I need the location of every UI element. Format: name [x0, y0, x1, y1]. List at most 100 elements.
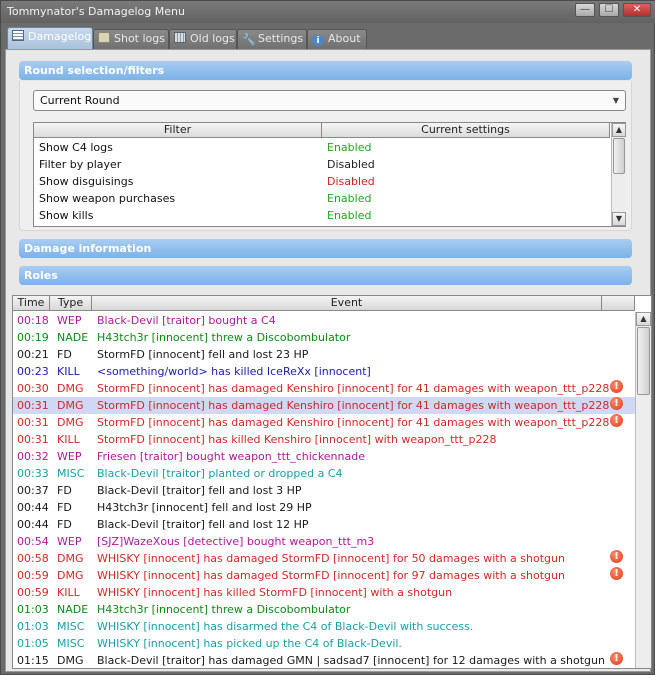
log-event: StormFD [innocent] has killed Kenshiro […: [97, 433, 497, 446]
log-type: DMG: [57, 569, 84, 582]
log-time: 00:31: [17, 416, 49, 429]
log-row[interactable]: 00:21 FD StormFD [innocent] fell and lost …: [13, 346, 635, 363]
log-type: MISC: [57, 467, 85, 480]
log-row[interactable]: 00:59 KILL WHISKY [innocent] has killed St…: [13, 584, 635, 601]
minimize-button[interactable]: —: [575, 3, 595, 17]
tab-shot-logs[interactable]: Shot logs: [93, 29, 169, 49]
log-scrollbar[interactable]: ▲: [635, 312, 651, 668]
tab-label: Settings: [258, 32, 304, 45]
log-event: StormFD [innocent] has damaged Kenshiro …: [97, 399, 610, 412]
log-event: H43tch3r [innocent] threw a Discobombula…: [97, 331, 351, 344]
scroll-up-icon[interactable]: ▲: [612, 123, 626, 137]
round-filters-header[interactable]: Round selection/filters: [19, 61, 632, 80]
log-type: WEP: [57, 314, 82, 327]
table-icon: [12, 30, 24, 41]
log-row[interactable]: 00:59 DMG WHISKY [innocent] has damaged St…: [13, 567, 635, 584]
column-header-current-settings[interactable]: Current settings: [322, 123, 610, 138]
log-event: StormFD [innocent] fell and lost 23 HP: [97, 348, 309, 361]
log-time: 00:44: [17, 518, 49, 531]
log-row[interactable]: 00:58 DMG WHISKY [innocent] has damaged St…: [13, 550, 635, 567]
log-event: Black-Devil [traitor] bought a C4: [97, 314, 276, 327]
filter-setting: Enabled: [327, 141, 372, 154]
column-header-event[interactable]: Event: [92, 296, 602, 311]
log-event: Black-Devil [traitor] has damaged GMN | …: [97, 654, 605, 667]
warning-icon[interactable]: !: [610, 567, 623, 580]
log-time: 01:03: [17, 620, 49, 633]
round-select-value: Current Round: [40, 94, 120, 107]
tab-bar: Damagelog Shot logs Old logs 🔧 Settings i…: [5, 27, 645, 50]
log-row[interactable]: 01:15 DMG Black-Devil [traitor] has damage…: [13, 652, 635, 668]
log-row[interactable]: 01:03 MISC WHISKY [innocent] has disarmed …: [13, 618, 635, 635]
log-row[interactable]: 00:32 WEP Friesen [traitor] bought weapon_…: [13, 448, 635, 465]
scroll-up-icon[interactable]: ▲: [636, 312, 651, 326]
log-type: NADE: [57, 331, 89, 344]
log-time: 00:19: [17, 331, 49, 344]
log-row[interactable]: 01:03 NADE H43tch3r [innocent] threw a Dis…: [13, 601, 635, 618]
maximize-button[interactable]: ☐: [599, 3, 619, 17]
filter-row[interactable]: Show disguisings Disabled: [34, 173, 610, 190]
log-row[interactable]: 00:37 FD Black-Devil [traitor] fell and lo…: [13, 482, 635, 499]
roles-header[interactable]: Roles: [19, 266, 632, 285]
log-time: 00:59: [17, 569, 49, 582]
log-time: 00:37: [17, 484, 49, 497]
log-type: DMG: [57, 382, 84, 395]
warning-icon[interactable]: !: [610, 550, 623, 563]
filter-name: Show disguisings: [39, 175, 134, 188]
log-row[interactable]: 00:31 DMG StormFD [innocent] has damaged K…: [13, 414, 635, 431]
filter-setting: Disabled: [327, 175, 375, 188]
warning-icon[interactable]: !: [610, 652, 623, 665]
log-row[interactable]: 00:19 NADE H43tch3r [innocent] threw a Dis…: [13, 329, 635, 346]
tab-old-logs[interactable]: Old logs: [169, 29, 237, 49]
log-type: DMG: [57, 552, 84, 565]
column-header-time[interactable]: Time: [13, 296, 50, 311]
column-header-filter[interactable]: Filter: [34, 123, 322, 138]
log-event: Black-Devil [traitor] fell and lost 12 H…: [97, 518, 309, 531]
tab-about[interactable]: i About: [307, 29, 367, 49]
log-time: 01:05: [17, 637, 49, 650]
scroll-down-icon[interactable]: ▼: [612, 212, 626, 226]
log-event: WHISKY [innocent] has picked up the C4 o…: [97, 637, 402, 650]
log-row[interactable]: 00:23 KILL <something/world> has killed Ic…: [13, 363, 635, 380]
log-row[interactable]: 00:18 WEP Black-Devil [traitor] bought a C…: [13, 312, 635, 329]
log-type: DMG: [57, 654, 84, 667]
log-event: WHISKY [innocent] has disarmed the C4 of…: [97, 620, 474, 633]
tab-damagelog[interactable]: Damagelog: [7, 27, 93, 50]
log-type: FD: [57, 518, 72, 531]
round-select[interactable]: Current Round ▼: [33, 90, 626, 111]
warning-icon[interactable]: !: [610, 380, 623, 393]
scroll-thumb[interactable]: [613, 138, 625, 174]
filter-setting: Enabled: [327, 209, 372, 222]
damagelog-window: Tommynator's Damagelog Menu — ☐ ✕ Damage…: [0, 0, 655, 675]
filter-scrollbar[interactable]: ▲ ▼: [611, 123, 626, 226]
title-bar[interactable]: Tommynator's Damagelog Menu — ☐ ✕: [1, 1, 655, 23]
calendar-icon: [174, 32, 186, 43]
log-time: 00:21: [17, 348, 49, 361]
warning-icon[interactable]: !: [610, 414, 623, 427]
filter-row[interactable]: Filter by player Disabled: [34, 156, 610, 173]
scroll-thumb[interactable]: [637, 327, 650, 395]
column-header-flag[interactable]: [602, 296, 635, 311]
close-button[interactable]: ✕: [623, 3, 651, 17]
log-event: <something/world> has killed IceReXx [in…: [97, 365, 371, 378]
log-row[interactable]: 00:31 DMG StormFD [innocent] has damaged K…: [13, 397, 635, 414]
warning-icon[interactable]: !: [610, 397, 623, 410]
tab-settings[interactable]: 🔧 Settings: [237, 29, 307, 49]
filter-row[interactable]: Show C4 logs Enabled: [34, 139, 610, 156]
filter-table: Filter Current settings Show C4 logs Enab…: [33, 122, 626, 227]
notepad-icon: [98, 32, 110, 43]
window-title: Tommynator's Damagelog Menu: [7, 5, 185, 18]
log-row[interactable]: 01:05 MISC WHISKY [innocent] has picked up…: [13, 635, 635, 652]
column-header-type[interactable]: Type: [50, 296, 92, 311]
filter-row[interactable]: Show weapon purchases Enabled: [34, 190, 610, 207]
log-row[interactable]: 00:44 FD Black-Devil [traitor] fell and lo…: [13, 516, 635, 533]
log-row[interactable]: 00:31 KILL StormFD [innocent] has killed K…: [13, 431, 635, 448]
info-icon: i: [312, 35, 324, 46]
log-row[interactable]: 00:54 WEP [SJZ]WazeXous [detective] bought…: [13, 533, 635, 550]
log-row[interactable]: 00:33 MISC Black-Devil [traitor] planted o…: [13, 465, 635, 482]
log-row[interactable]: 00:44 FD H43tch3r [innocent] fell and lost…: [13, 499, 635, 516]
log-type: DMG: [57, 399, 84, 412]
log-type: DMG: [57, 416, 84, 429]
filter-row[interactable]: Show kills Enabled: [34, 207, 610, 224]
log-row[interactable]: 00:30 DMG StormFD [innocent] has damaged K…: [13, 380, 635, 397]
damage-information-header[interactable]: Damage information: [19, 239, 632, 258]
